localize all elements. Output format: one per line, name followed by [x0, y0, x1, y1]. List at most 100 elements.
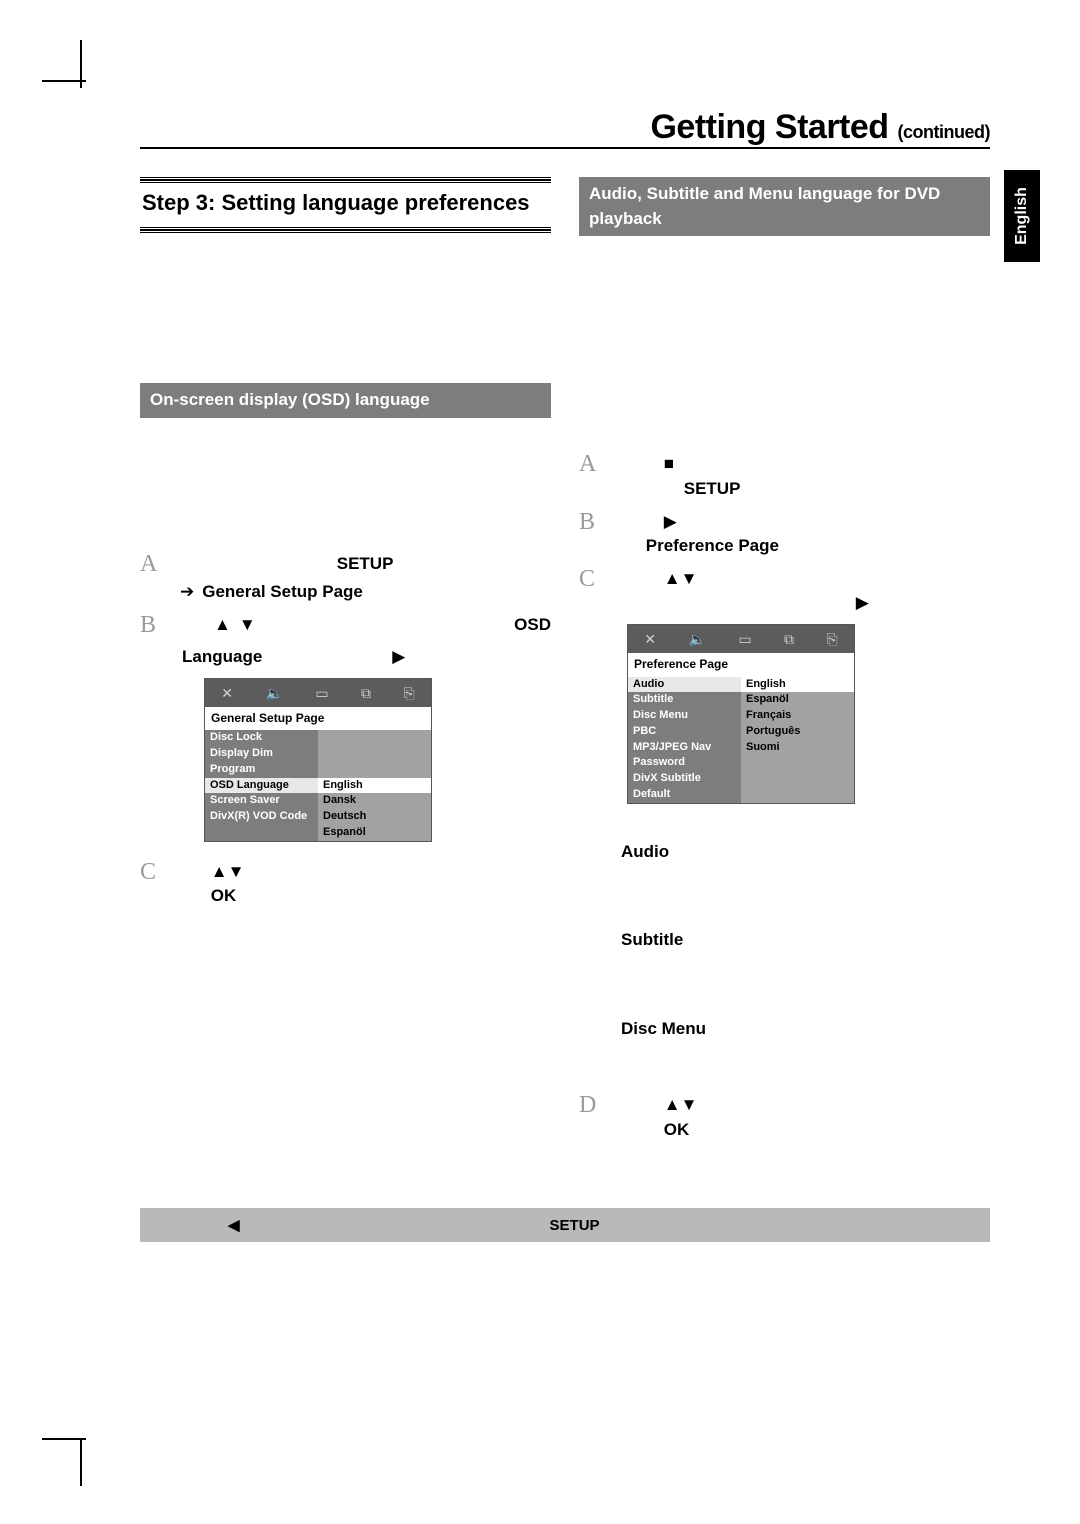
footer-setup-label: SETUP: [550, 1217, 600, 1234]
left-column: Step 3: Setting language preferences On-…: [140, 177, 551, 1147]
menu-left: Disc Lock Display Dim Program OSD Langua…: [205, 730, 318, 840]
setup-label: SETUP: [684, 479, 741, 498]
menu-item: PBC: [628, 724, 741, 740]
menu-title: Preference Page: [628, 653, 854, 676]
pref-icon: ⧉: [784, 629, 794, 649]
step-a: A SETUP: [140, 552, 551, 577]
subhead-osd: On-screen display (OSD) language: [140, 383, 551, 418]
stop-icon: ■: [664, 452, 674, 477]
menu-item: Default: [628, 787, 741, 803]
subhead-audio-subtitle: Audio, Subtitle and Menu language for DV…: [579, 177, 990, 236]
menu-iconbar: ✕ 🔈 ▭ ⧉ ⎘: [628, 625, 854, 653]
left-icon: ◀: [228, 1216, 240, 1234]
play-icon: ▶: [392, 645, 405, 670]
video-icon: ▭: [315, 683, 328, 703]
disc-menu-term: Disc Menu: [621, 1017, 990, 1042]
language-label: Language: [182, 645, 262, 670]
tool-icon: ✕: [644, 629, 656, 649]
menu-left: Audio Subtitle Disc Menu PBC MP3/JPEG Na…: [628, 677, 741, 803]
down-icon: ▼: [681, 1093, 698, 1118]
footer-bar: ◀ SETUP: [140, 1208, 990, 1242]
step-letter: B: [579, 510, 605, 534]
page-title-main: Getting Started: [650, 108, 888, 146]
crop-mark: [42, 80, 86, 82]
menu-option: Français: [741, 708, 854, 724]
menu-option-selected: English: [318, 778, 431, 794]
down-icon: ▼: [681, 567, 698, 592]
crop-mark: [80, 1438, 82, 1486]
down-icon: ▼: [228, 860, 245, 885]
exit-icon: ⎘: [404, 683, 415, 703]
menu-item: DivX Subtitle: [628, 771, 741, 787]
right-column: Audio, Subtitle and Menu language for DV…: [579, 177, 990, 1147]
menu-item: Subtitle: [628, 692, 741, 708]
menu-spacer: [741, 755, 854, 771]
step-d-r: D ▲▼ OK: [579, 1093, 990, 1142]
menu-item: Disc Lock: [205, 730, 318, 746]
play-icon: ▶: [856, 591, 869, 616]
menu-item: Disc Menu: [628, 708, 741, 724]
step-a-sub: ➔ General Setup Page: [180, 580, 551, 605]
preference-menu: ✕ 🔈 ▭ ⧉ ⎘ Preference Page Audio Subtitle…: [627, 624, 855, 803]
step-c-r: C ▲▼ ▶: [579, 567, 990, 616]
osd-label: OSD: [514, 613, 551, 638]
language-tab-label: English: [1013, 187, 1031, 245]
step-letter: D: [579, 1093, 605, 1117]
page-title: Getting Started (continued): [140, 108, 990, 147]
menu-option: Dansk: [318, 793, 431, 809]
menu-spacer: [318, 762, 431, 778]
menu-option: Espanöl: [318, 825, 431, 841]
general-setup-menu: ✕ 🔈 ▭ ⧉ ⎘ General Setup Page Disc Lock D…: [204, 678, 432, 842]
language-tab: English: [1004, 170, 1040, 262]
audio-icon: 🔈: [688, 629, 705, 649]
subtitle-term: Subtitle: [621, 928, 990, 953]
exit-icon: ⎘: [827, 629, 838, 649]
step-b: B ▲ ▼ OSD Language ▶: [140, 613, 551, 670]
right-arrow-icon: ➔: [180, 580, 194, 605]
video-icon: ▭: [738, 629, 751, 649]
ok-label: OK: [664, 1120, 690, 1139]
heading-rule: Getting Started (continued): [140, 108, 990, 149]
tool-icon: ✕: [221, 683, 233, 703]
menu-option-selected: English: [741, 677, 854, 693]
setup-label: SETUP: [337, 554, 394, 573]
menu-item-selected: OSD Language: [205, 778, 318, 794]
step-a-r: A ■ SETUP: [579, 452, 990, 501]
menu-option: Deutsch: [318, 809, 431, 825]
page-title-suffix: (continued): [898, 122, 990, 142]
menu-spacer: [318, 746, 431, 762]
pref-icon: ⧉: [361, 683, 371, 703]
menu-spacer: [741, 787, 854, 803]
step-letter: A: [579, 452, 605, 476]
audio-icon: 🔈: [265, 683, 282, 703]
menu-option: Suomi: [741, 740, 854, 756]
play-icon: ▶: [664, 510, 677, 535]
menu-spacer: [741, 771, 854, 787]
menu-item: Password: [628, 755, 741, 771]
general-setup-page-label: General Setup Page: [202, 580, 363, 605]
audio-term: Audio: [621, 840, 990, 865]
crop-mark: [42, 1438, 86, 1440]
preference-page-label: Preference Page: [646, 536, 779, 555]
down-icon: ▼: [239, 613, 256, 638]
menu-right: English Espanöl Français Português Suomi: [741, 677, 854, 803]
menu-title: General Setup Page: [205, 707, 431, 730]
up-icon: ▲: [664, 567, 681, 592]
up-icon: ▲: [214, 613, 231, 638]
menu-item: DivX(R) VOD Code: [205, 809, 318, 825]
step-b-r: B ▶ Preference Page: [579, 510, 990, 559]
menu-item: Display Dim: [205, 746, 318, 762]
step-letter: C: [140, 860, 166, 884]
up-icon: ▲: [211, 860, 228, 885]
up-icon: ▲: [664, 1093, 681, 1118]
step-letter: B: [140, 613, 166, 637]
menu-iconbar: ✕ 🔈 ▭ ⧉ ⎘: [205, 679, 431, 707]
menu-spacer: [318, 730, 431, 746]
menu-item: Screen Saver: [205, 793, 318, 809]
menu-right: English Dansk Deutsch Espanöl: [318, 730, 431, 840]
ok-label: OK: [211, 886, 237, 905]
step-c: C ▲▼ OK: [140, 860, 551, 909]
menu-option: Português: [741, 724, 854, 740]
menu-item: Program: [205, 762, 318, 778]
step-letter: A: [140, 552, 166, 576]
